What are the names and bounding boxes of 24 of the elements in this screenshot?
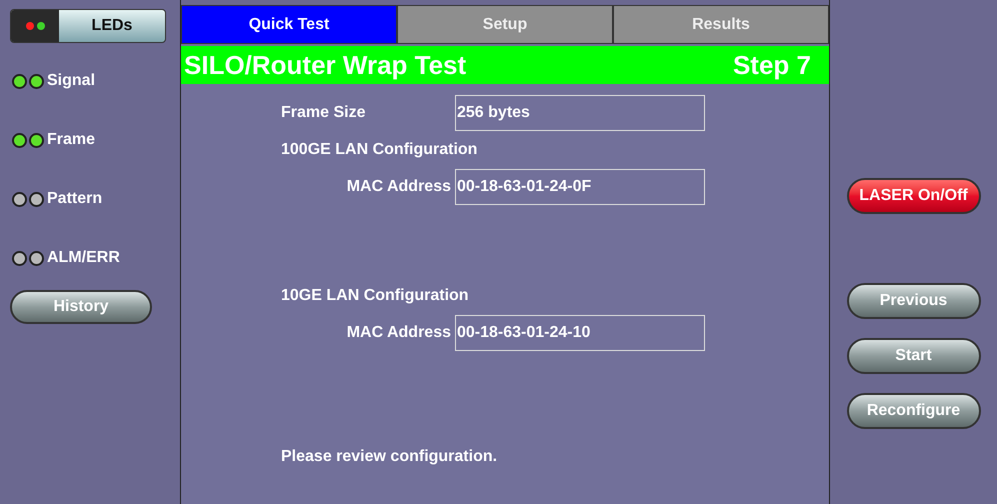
field-label: MAC Address	[346, 323, 452, 343]
led-label: Signal	[47, 71, 96, 91]
tab[interactable]: Setup	[397, 5, 613, 44]
side-button[interactable]: LASER On/Off	[846, 178, 980, 214]
frame-size-field[interactable]: 256 bytes	[455, 95, 705, 131]
leds-button[interactable]: LEDs	[10, 9, 166, 43]
side-button[interactable]: Reconfigure	[846, 393, 980, 429]
section-heading: 10GE LAN Configuration	[281, 286, 470, 306]
mac-address-field[interactable]: 00-18-63-01-24-0F	[455, 169, 705, 205]
led-label: ALM/ERR	[47, 248, 120, 268]
history-button[interactable]: History	[10, 290, 152, 324]
led-label: Pattern	[47, 189, 102, 209]
tab[interactable]: Results	[613, 5, 829, 44]
mac-address-field[interactable]: 00-18-63-01-24-10	[455, 315, 705, 351]
step-label: Step 7	[732, 48, 811, 82]
status-message: Please review configuration.	[281, 447, 498, 467]
field-label: MAC Address	[346, 177, 452, 197]
section-heading: 100GE LAN Configuration	[281, 140, 478, 160]
test-title: SILO/Router Wrap Test	[184, 48, 466, 82]
field-label: Frame Size	[281, 103, 366, 123]
side-button[interactable]: Previous	[846, 283, 980, 319]
side-button[interactable]: Start	[846, 338, 980, 374]
led-label: Frame	[47, 130, 96, 150]
tab[interactable]: Quick Test	[181, 5, 397, 44]
